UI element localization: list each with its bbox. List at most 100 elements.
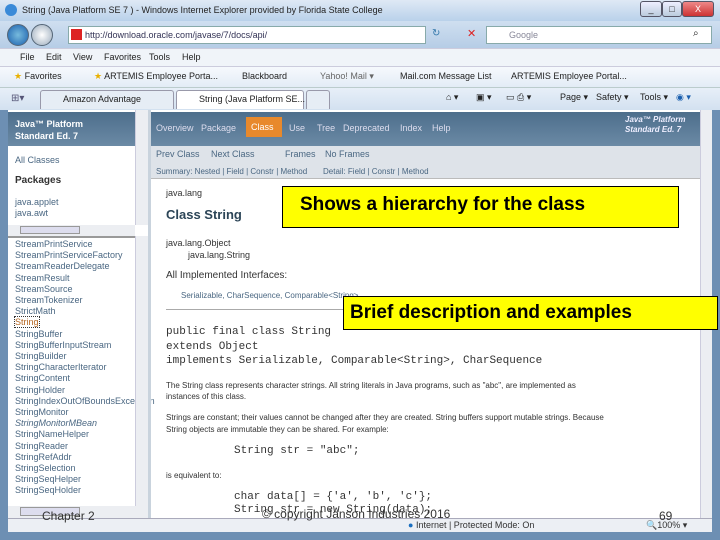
class-link[interactable]: StringContent	[15, 373, 70, 383]
favorites-button[interactable]: ★ Favorites	[14, 71, 62, 82]
feeds-icon[interactable]: ▣ ▾	[476, 92, 492, 103]
tab-amazon-advantage[interactable]: Amazon Advantage	[40, 90, 174, 109]
class-link[interactable]: StreamPrintService	[15, 239, 93, 249]
package-link[interactable]: java.awt	[15, 208, 48, 218]
class-link[interactable]: StreamTokenizer	[15, 295, 83, 305]
quick-tabs-icon[interactable]: ⊞▾	[11, 93, 24, 104]
class-link[interactable]: StringRefAddr	[15, 452, 72, 462]
frames-link[interactable]: Frames	[285, 149, 316, 159]
no-frames-link[interactable]: No Frames	[325, 149, 370, 159]
fav-yahoo-mail[interactable]: Yahoo! Mail ▾	[320, 71, 374, 82]
class-link[interactable]: StringMonitor	[15, 407, 69, 417]
back-button[interactable]	[7, 24, 29, 46]
close-button[interactable]: X	[682, 1, 714, 17]
hierarchy-object[interactable]: java.lang.Object	[166, 238, 231, 248]
class-link[interactable]: StreamPrintServiceFactory	[15, 250, 123, 260]
maximize-button[interactable]: □	[662, 1, 682, 17]
nav-tree[interactable]: Tree	[317, 123, 335, 133]
class-link[interactable]: StrictMath	[15, 306, 56, 316]
hierarchy-callout: Shows a hierarchy for the class	[282, 186, 679, 228]
fav-blackboard[interactable]: Blackboard	[242, 71, 287, 81]
fav-mailcom[interactable]: Mail.com Message List	[400, 71, 492, 81]
safety-menu[interactable]: Safety ▾	[596, 92, 629, 103]
hierarchy-string: java.lang.String	[188, 250, 251, 260]
classes-scrollbar[interactable]	[135, 236, 148, 506]
class-link[interactable]: StringBufferInputStream	[15, 340, 111, 350]
home-icon[interactable]: ⌂ ▾	[446, 92, 458, 103]
class-link[interactable]: StringNameHelper	[15, 429, 89, 439]
globe-icon: ●	[408, 520, 414, 530]
menu-view[interactable]: View	[73, 52, 92, 62]
nav-class[interactable]: Class	[246, 117, 282, 137]
declaration-line: extends Object	[166, 341, 259, 353]
package-link[interactable]: java.applet	[15, 197, 59, 207]
class-link[interactable]: StringSeqHolder	[15, 485, 81, 495]
class-link[interactable]: StringIndexOutOfBoundsException	[15, 396, 155, 406]
class-link[interactable]: StringBuilder	[15, 351, 67, 361]
brand-line: Java™ Platform	[625, 115, 686, 124]
ie-icon	[5, 4, 17, 16]
security-zone: ● Internet | Protected Mode: On	[408, 520, 535, 530]
prev-class-link[interactable]: Prev Class	[156, 149, 200, 159]
nav-deprecated[interactable]: Deprecated	[343, 123, 390, 133]
star-icon: ★	[14, 71, 23, 81]
summary-links[interactable]: Summary: Nested | Field | Constr | Metho…	[156, 167, 307, 176]
print-icon[interactable]: ▭ ⎙ ▾	[506, 92, 531, 103]
class-link[interactable]: StringSelection	[15, 463, 76, 473]
tools-menu[interactable]: Tools ▾	[640, 92, 668, 103]
nav-use[interactable]: Use	[289, 123, 305, 133]
tab-string-javadoc[interactable]: String (Java Platform SE... ✕	[176, 90, 315, 109]
declaration-line: implements Serializable, Comparable<Stri…	[166, 355, 543, 367]
class-link[interactable]: StringCharacterIterator	[15, 362, 107, 372]
class-link[interactable]: StringMonitorMBean	[15, 418, 97, 428]
nav-overview[interactable]: Overview	[156, 123, 194, 133]
page-menu[interactable]: Page ▾	[560, 92, 588, 103]
code-example: char data[] = {'a', 'b', 'c'};	[234, 491, 433, 503]
fav-artemis-1[interactable]: ★ ARTEMIS Employee Porta...	[94, 71, 218, 82]
class-link[interactable]: StringHolder	[15, 385, 65, 395]
add-favorite-icon: ★	[94, 71, 103, 81]
stop-icon[interactable]: ✕	[467, 27, 476, 40]
class-link[interactable]: StreamReaderDelegate	[15, 261, 110, 271]
description-callout: Brief description and examples	[343, 296, 718, 330]
class-link[interactable]: StringSeqHelper	[15, 474, 81, 484]
all-classes-link[interactable]: All Classes	[15, 155, 60, 165]
help-icon[interactable]: ◉ ▾	[676, 92, 691, 103]
slide-copyright: © copyright Janson Industries 2016	[262, 507, 451, 521]
class-link[interactable]: String	[14, 316, 40, 329]
packages-scrollbar[interactable]	[135, 110, 148, 225]
left-frame-header: Java™ Platform Standard Ed. 7	[8, 112, 135, 146]
minimize-button[interactable]: _	[640, 1, 662, 17]
nav-help[interactable]: Help	[432, 123, 451, 133]
class-link[interactable]: StreamResult	[15, 273, 70, 283]
code-example: String str = "abc";	[234, 445, 360, 457]
search-input[interactable]: Google	[486, 26, 712, 44]
description-text: instances of this class.	[166, 392, 247, 401]
menu-help[interactable]: Help	[182, 52, 201, 62]
packages-hscrollbar[interactable]	[8, 225, 135, 236]
slide-chapter: Chapter 2	[42, 509, 95, 523]
nav-index[interactable]: Index	[400, 123, 422, 133]
equivalent-text: is equivalent to:	[166, 471, 222, 480]
window-title: String (Java Platform SE 7 ) - Windows I…	[22, 5, 383, 15]
class-link[interactable]: StreamSource	[15, 284, 73, 294]
menu-favorites[interactable]: Favorites	[104, 52, 141, 62]
next-class-link[interactable]: Next Class	[211, 149, 255, 159]
new-tab-button[interactable]	[306, 90, 330, 109]
address-bar[interactable]: http://download.oracle.com/javase/7/docs…	[68, 26, 426, 44]
description-text: The String class represents character st…	[166, 381, 576, 390]
class-link[interactable]: StringReader	[15, 441, 68, 451]
detail-links[interactable]: Detail: Field | Constr | Method	[323, 167, 429, 176]
interfaces-list[interactable]: Serializable, CharSequence, Comparable<S…	[181, 291, 358, 300]
menu-edit[interactable]: Edit	[46, 52, 62, 62]
platform-label: Java™ Platform	[15, 119, 84, 129]
description-text: Strings are constant; their values canno…	[166, 413, 604, 422]
refresh-icon[interactable]: ↻	[432, 28, 440, 39]
fav-artemis-2[interactable]: ARTEMIS Employee Portal...	[511, 71, 627, 81]
menu-file[interactable]: File	[20, 52, 35, 62]
menu-tools[interactable]: Tools	[149, 52, 170, 62]
search-icon[interactable]: ⌕	[693, 28, 699, 39]
forward-button[interactable]	[31, 24, 53, 46]
class-link[interactable]: StringBuffer	[15, 329, 62, 339]
nav-package[interactable]: Package	[201, 123, 236, 133]
